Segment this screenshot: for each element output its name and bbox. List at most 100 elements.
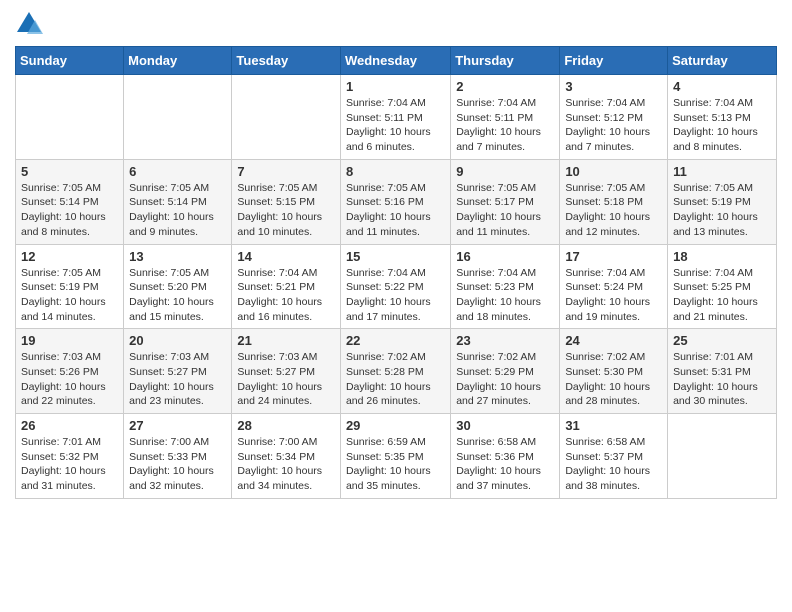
day-info: Sunrise: 7:01 AMSunset: 5:31 PMDaylight:… — [673, 350, 771, 409]
day-cell: 12 Sunrise: 7:05 AMSunset: 5:19 PMDayligh… — [16, 244, 124, 329]
day-number: 19 — [21, 333, 118, 348]
day-number: 11 — [673, 164, 771, 179]
day-cell: 28 Sunrise: 7:00 AMSunset: 5:34 PMDayligh… — [232, 414, 341, 499]
day-cell: 26Sunrise: 7:01 AMSunset: 5:32 PMDayligh… — [16, 414, 124, 499]
day-cell: 23Sunrise: 7:02 AMSunset: 5:29 PMDayligh… — [451, 329, 560, 414]
day-number: 24 — [565, 333, 662, 348]
day-info: Sunrise: 7:04 AMSunset: 5:12 PMDaylight:… — [565, 96, 662, 155]
day-cell: 2 Sunrise: 7:04 AMSunset: 5:11 PMDaylight… — [451, 75, 560, 160]
header-sunday: Sunday — [16, 47, 124, 75]
day-info: Sunrise: 6:58 AMSunset: 5:37 PMDaylight:… — [565, 435, 662, 494]
week-row-2: 5 Sunrise: 7:05 AMSunset: 5:14 PMDaylight… — [16, 159, 777, 244]
day-info: Sunrise: 7:05 AMSunset: 5:19 PMDaylight:… — [21, 266, 118, 325]
day-cell: 8Sunrise: 7:05 AMSunset: 5:16 PMDaylight… — [340, 159, 450, 244]
page-header — [15, 10, 777, 38]
day-cell: 20 Sunrise: 7:03 AMSunset: 5:27 PMDayligh… — [124, 329, 232, 414]
calendar-table: SundayMondayTuesdayWednesdayThursdayFrid… — [15, 46, 777, 499]
day-cell: 31 Sunrise: 6:58 AMSunset: 5:37 PMDayligh… — [560, 414, 668, 499]
day-number: 7 — [237, 164, 335, 179]
day-cell — [124, 75, 232, 160]
day-cell: 1Sunrise: 7:04 AMSunset: 5:11 PMDaylight… — [340, 75, 450, 160]
day-cell: 22 Sunrise: 7:02 AMSunset: 5:28 PMDayligh… — [340, 329, 450, 414]
day-number: 22 — [346, 333, 445, 348]
day-cell: 7Sunrise: 7:05 AMSunset: 5:15 PMDaylight… — [232, 159, 341, 244]
week-row-1: 1Sunrise: 7:04 AMSunset: 5:11 PMDaylight… — [16, 75, 777, 160]
day-number: 3 — [565, 79, 662, 94]
day-info: Sunrise: 6:59 AMSunset: 5:35 PMDaylight:… — [346, 435, 445, 494]
day-number: 12 — [21, 249, 118, 264]
day-cell: 14 Sunrise: 7:04 AMSunset: 5:21 PMDayligh… — [232, 244, 341, 329]
day-number: 28 — [237, 418, 335, 433]
header-saturday: Saturday — [668, 47, 777, 75]
day-info: Sunrise: 7:04 AMSunset: 5:11 PMDaylight:… — [456, 96, 554, 155]
day-info: Sunrise: 7:05 AMSunset: 5:14 PMDaylight:… — [129, 181, 226, 240]
day-number: 30 — [456, 418, 554, 433]
day-cell: 16 Sunrise: 7:04 AMSunset: 5:23 PMDayligh… — [451, 244, 560, 329]
day-number: 14 — [237, 249, 335, 264]
logo — [15, 10, 47, 38]
day-cell: 3 Sunrise: 7:04 AMSunset: 5:12 PMDaylight… — [560, 75, 668, 160]
day-cell: 6 Sunrise: 7:05 AMSunset: 5:14 PMDaylight… — [124, 159, 232, 244]
day-info: Sunrise: 7:01 AMSunset: 5:32 PMDaylight:… — [21, 435, 118, 494]
day-number: 9 — [456, 164, 554, 179]
day-cell: 24 Sunrise: 7:02 AMSunset: 5:30 PMDayligh… — [560, 329, 668, 414]
day-number: 31 — [565, 418, 662, 433]
day-cell: 29 Sunrise: 6:59 AMSunset: 5:35 PMDayligh… — [340, 414, 450, 499]
header-wednesday: Wednesday — [340, 47, 450, 75]
day-number: 8 — [346, 164, 445, 179]
day-info: Sunrise: 7:04 AMSunset: 5:11 PMDaylight:… — [346, 96, 445, 155]
day-info: Sunrise: 7:05 AMSunset: 5:19 PMDaylight:… — [673, 181, 771, 240]
day-info: Sunrise: 6:58 AMSunset: 5:36 PMDaylight:… — [456, 435, 554, 494]
day-number: 16 — [456, 249, 554, 264]
day-cell: 4 Sunrise: 7:04 AMSunset: 5:13 PMDaylight… — [668, 75, 777, 160]
calendar-header-row: SundayMondayTuesdayWednesdayThursdayFrid… — [16, 47, 777, 75]
day-number: 10 — [565, 164, 662, 179]
day-number: 15 — [346, 249, 445, 264]
day-cell: 19Sunrise: 7:03 AMSunset: 5:26 PMDayligh… — [16, 329, 124, 414]
day-number: 20 — [129, 333, 226, 348]
day-info: Sunrise: 7:05 AMSunset: 5:18 PMDaylight:… — [565, 181, 662, 240]
day-cell: 5 Sunrise: 7:05 AMSunset: 5:14 PMDaylight… — [16, 159, 124, 244]
header-monday: Monday — [124, 47, 232, 75]
day-number: 17 — [565, 249, 662, 264]
week-row-3: 12 Sunrise: 7:05 AMSunset: 5:19 PMDayligh… — [16, 244, 777, 329]
day-number: 29 — [346, 418, 445, 433]
day-number: 5 — [21, 164, 118, 179]
day-info: Sunrise: 7:04 AMSunset: 5:13 PMDaylight:… — [673, 96, 771, 155]
day-info: Sunrise: 7:04 AMSunset: 5:25 PMDaylight:… — [673, 266, 771, 325]
day-cell: 17Sunrise: 7:04 AMSunset: 5:24 PMDayligh… — [560, 244, 668, 329]
day-cell: 10 Sunrise: 7:05 AMSunset: 5:18 PMDayligh… — [560, 159, 668, 244]
day-number: 25 — [673, 333, 771, 348]
day-number: 4 — [673, 79, 771, 94]
day-cell: 15 Sunrise: 7:04 AMSunset: 5:22 PMDayligh… — [340, 244, 450, 329]
day-info: Sunrise: 7:03 AMSunset: 5:27 PMDaylight:… — [129, 350, 226, 409]
day-info: Sunrise: 7:00 AMSunset: 5:34 PMDaylight:… — [237, 435, 335, 494]
day-info: Sunrise: 7:00 AMSunset: 5:33 PMDaylight:… — [129, 435, 226, 494]
day-cell: 27 Sunrise: 7:00 AMSunset: 5:33 PMDayligh… — [124, 414, 232, 499]
day-cell: 18Sunrise: 7:04 AMSunset: 5:25 PMDayligh… — [668, 244, 777, 329]
day-number: 6 — [129, 164, 226, 179]
day-info: Sunrise: 7:02 AMSunset: 5:30 PMDaylight:… — [565, 350, 662, 409]
day-info: Sunrise: 7:04 AMSunset: 5:23 PMDaylight:… — [456, 266, 554, 325]
logo-icon — [15, 10, 43, 38]
week-row-4: 19Sunrise: 7:03 AMSunset: 5:26 PMDayligh… — [16, 329, 777, 414]
day-info: Sunrise: 7:03 AMSunset: 5:27 PMDaylight:… — [237, 350, 335, 409]
day-number: 27 — [129, 418, 226, 433]
day-number: 13 — [129, 249, 226, 264]
day-cell — [232, 75, 341, 160]
day-info: Sunrise: 7:05 AMSunset: 5:14 PMDaylight:… — [21, 181, 118, 240]
day-cell — [668, 414, 777, 499]
day-cell: 11 Sunrise: 7:05 AMSunset: 5:19 PMDayligh… — [668, 159, 777, 244]
day-cell: 30 Sunrise: 6:58 AMSunset: 5:36 PMDayligh… — [451, 414, 560, 499]
header-tuesday: Tuesday — [232, 47, 341, 75]
day-info: Sunrise: 7:04 AMSunset: 5:22 PMDaylight:… — [346, 266, 445, 325]
day-info: Sunrise: 7:05 AMSunset: 5:17 PMDaylight:… — [456, 181, 554, 240]
day-cell: 9 Sunrise: 7:05 AMSunset: 5:17 PMDaylight… — [451, 159, 560, 244]
day-number: 2 — [456, 79, 554, 94]
header-thursday: Thursday — [451, 47, 560, 75]
day-info: Sunrise: 7:04 AMSunset: 5:21 PMDaylight:… — [237, 266, 335, 325]
day-info: Sunrise: 7:05 AMSunset: 5:20 PMDaylight:… — [129, 266, 226, 325]
header-friday: Friday — [560, 47, 668, 75]
day-info: Sunrise: 7:02 AMSunset: 5:28 PMDaylight:… — [346, 350, 445, 409]
day-cell: 13 Sunrise: 7:05 AMSunset: 5:20 PMDayligh… — [124, 244, 232, 329]
